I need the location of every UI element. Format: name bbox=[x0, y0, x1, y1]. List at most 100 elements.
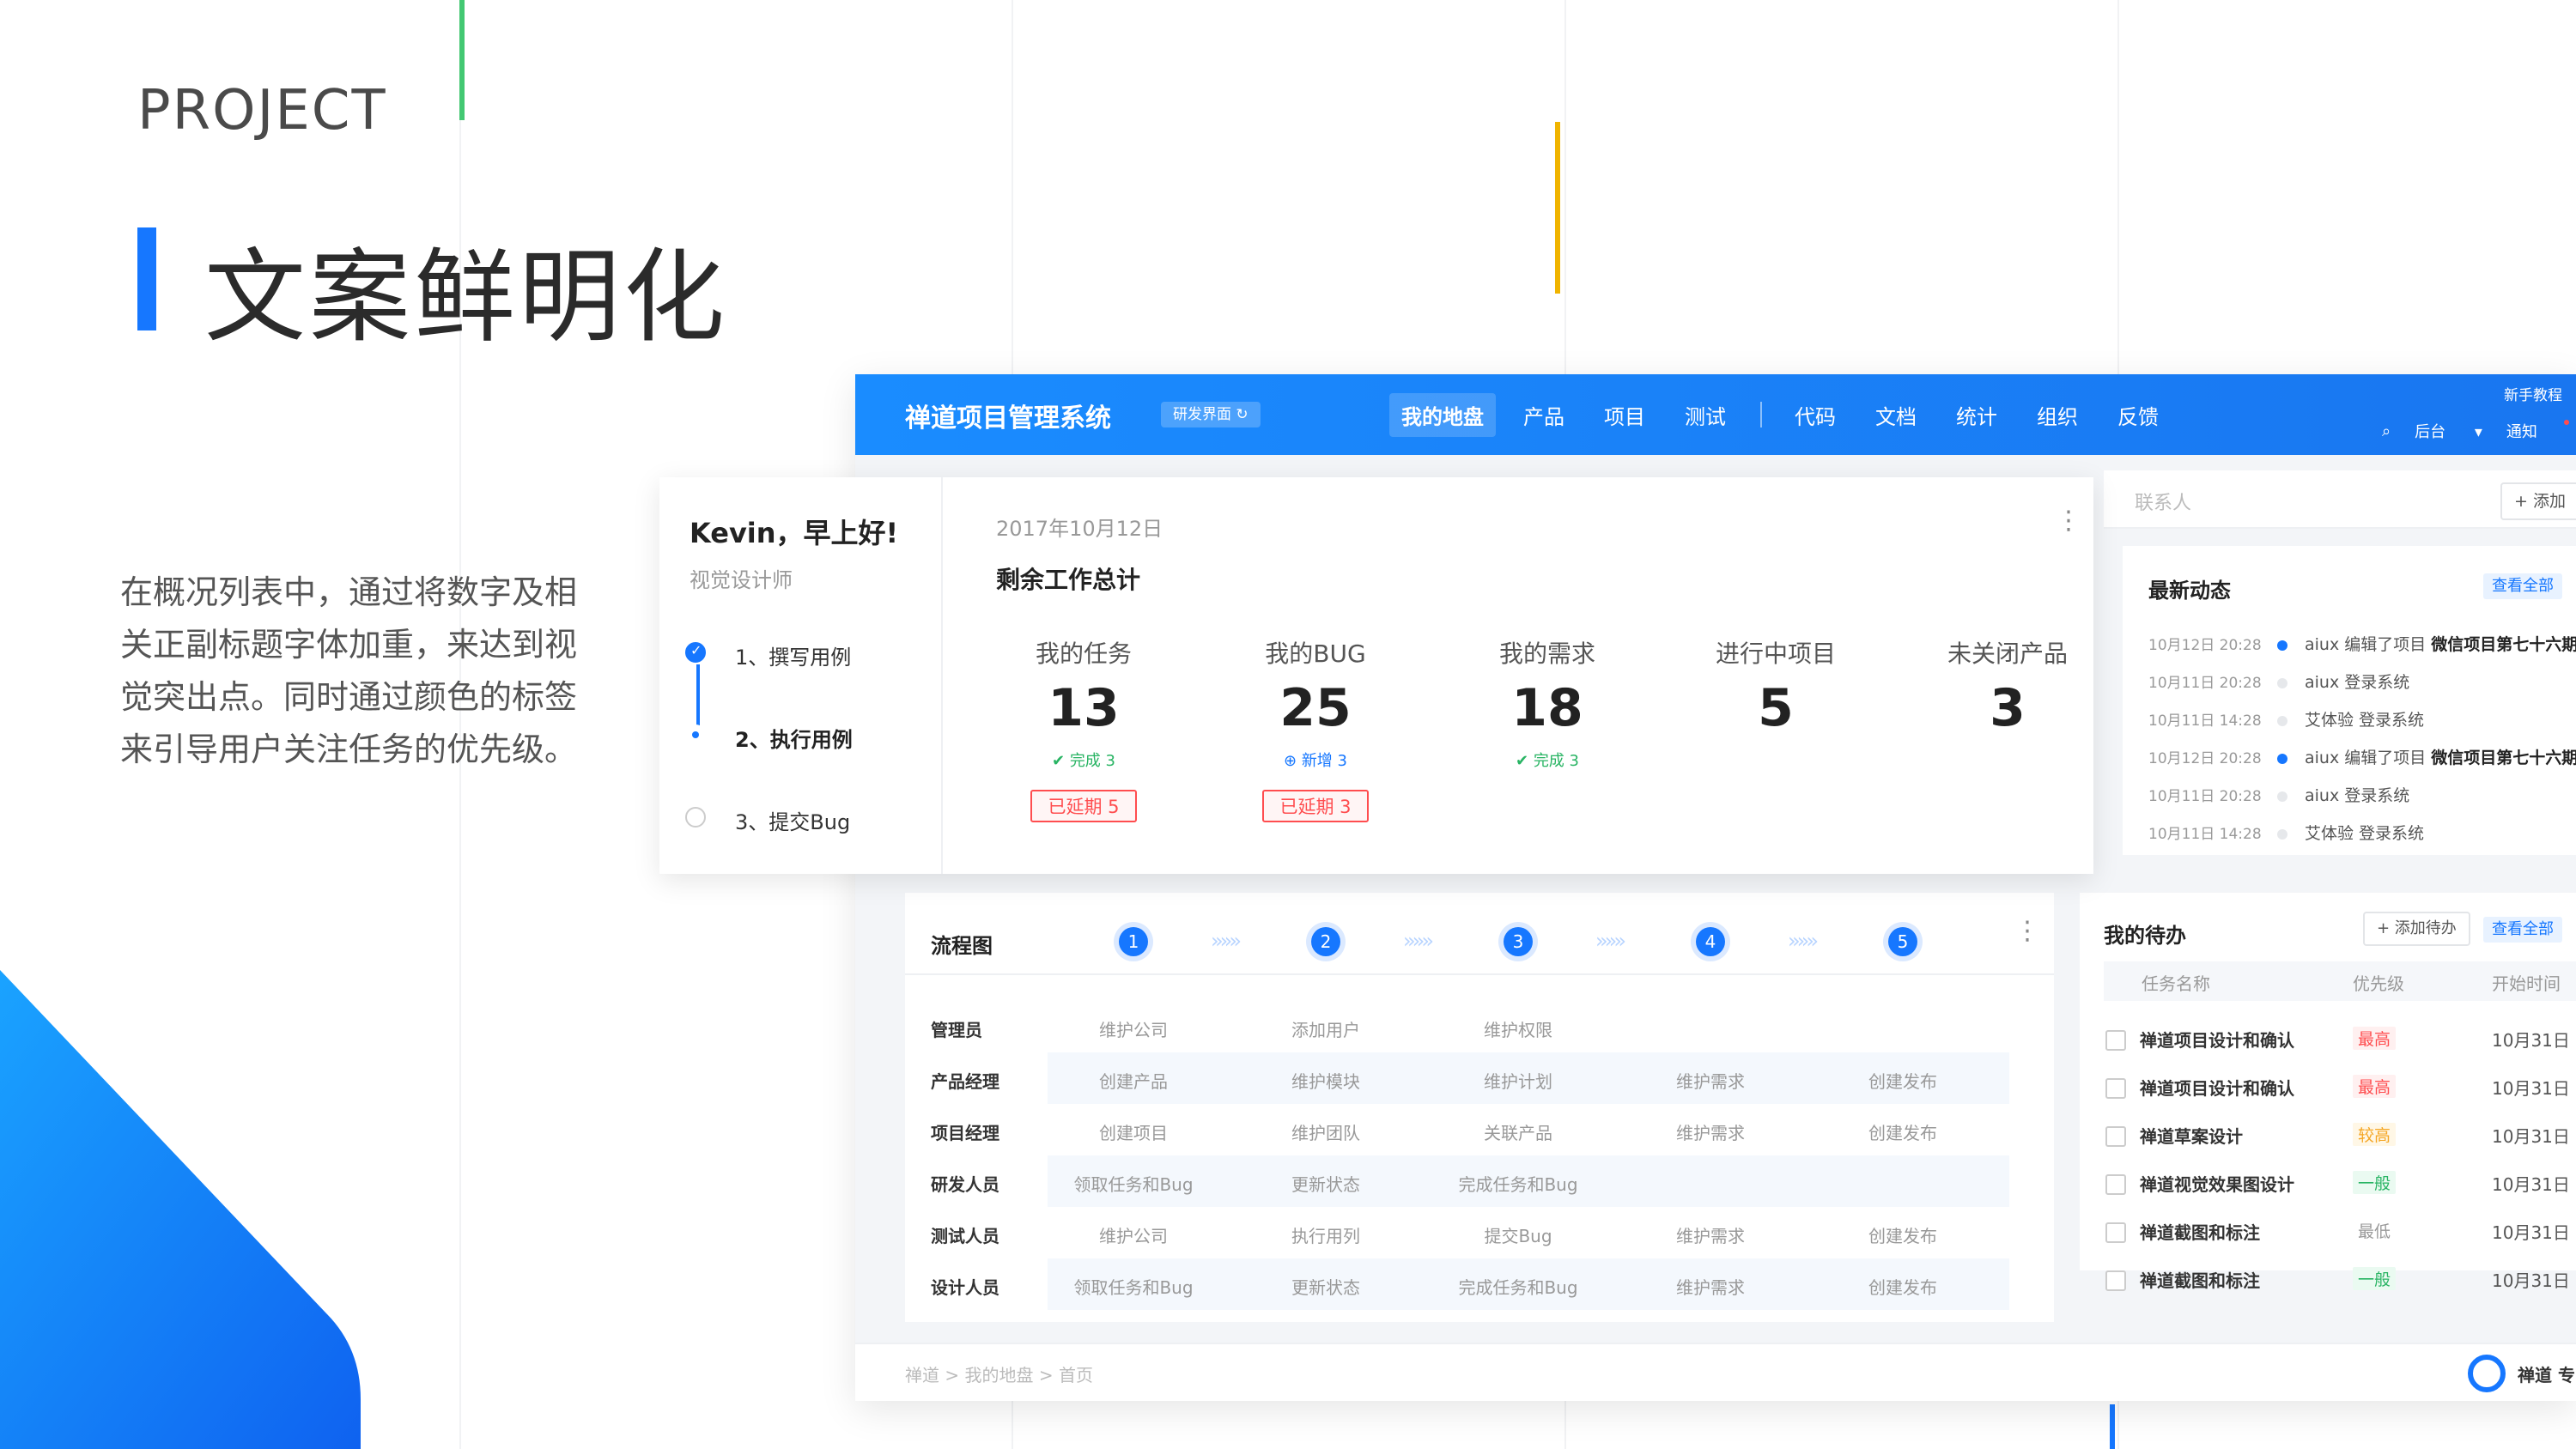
priority-badge: 最高 bbox=[2353, 1027, 2397, 1050]
flow-cell[interactable]: 创建发布 bbox=[1807, 1222, 1999, 1247]
flow-cell[interactable]: 创建发布 bbox=[1807, 1274, 1999, 1299]
activity-time: 10月12日 20:28 bbox=[2148, 637, 2262, 654]
flow-step-circle[interactable]: 5 bbox=[1888, 927, 1917, 956]
flow-cell[interactable]: 维护权限 bbox=[1422, 1016, 1614, 1041]
flow-cell[interactable]: 维护公司 bbox=[1037, 1222, 1230, 1247]
todo-row[interactable]: 禅道项目设计和确认 最高 10月31日 13: bbox=[2104, 1016, 2576, 1063]
app-brand[interactable]: 禅道项目管理系统 bbox=[905, 397, 1111, 434]
stat-item[interactable]: 我的需求 18 ✔ 完成 3 bbox=[1453, 635, 1642, 771]
flow-cell[interactable]: 维护模块 bbox=[1230, 1068, 1422, 1093]
stat-value: 25 bbox=[1279, 678, 1352, 738]
blue-accent-line bbox=[2110, 1404, 2115, 1449]
flow-title: 流程图 bbox=[931, 934, 993, 958]
flow-step-circle[interactable]: 1 bbox=[1119, 927, 1148, 956]
flow-cell[interactable]: 执行用列 bbox=[1230, 1222, 1422, 1247]
footer-bar: 禅道 > 我的地盘 > 首页 禅道 专 bbox=[855, 1343, 2576, 1401]
delay-tag[interactable]: 已延期 3 bbox=[1262, 790, 1369, 822]
todo-table-header: 任务名称 优先级 开始时间 bbox=[2104, 961, 2576, 1001]
todo-start-time: 10月31日 15: bbox=[2492, 1174, 2576, 1195]
newbie-tutorial-link[interactable]: 新手教程 bbox=[2504, 383, 2562, 404]
top-tools: ⌕ 后台 ▾ 通知 K bbox=[2382, 417, 2576, 445]
env-switch-badge[interactable]: 研发界面 ↻ bbox=[1161, 402, 1261, 427]
flow-cell[interactable]: 领取任务和Bug bbox=[1037, 1171, 1230, 1196]
nav-my-space[interactable]: 我的地盘 bbox=[1389, 392, 1496, 437]
activity-item[interactable]: 10月12日 20:28 aiux 编辑了项目 微信项目第七十六期 bbox=[2148, 745, 2576, 771]
activity-item[interactable]: 10月11日 14:28 艾体验 登录系统 bbox=[2148, 707, 2424, 733]
stat-item[interactable]: 未关闭产品 3 bbox=[1913, 635, 2102, 738]
todo-checkbox[interactable] bbox=[2105, 1174, 2126, 1195]
flow-cell[interactable]: 更新状态 bbox=[1230, 1171, 1422, 1196]
notice-link[interactable]: 通知 bbox=[2506, 420, 2569, 442]
user-role: 视觉设计师 bbox=[690, 568, 793, 592]
step-item[interactable]: 1、撰写用例 bbox=[685, 640, 853, 723]
stat-label: 我的任务 bbox=[1035, 640, 1132, 668]
flow-step-circle[interactable]: 4 bbox=[1696, 927, 1725, 956]
todo-view-all-button[interactable]: 查看全部 bbox=[2483, 917, 2562, 943]
todo-checkbox[interactable] bbox=[2105, 1222, 2126, 1243]
todo-row[interactable]: 禅道截图和标注 一般 10月31日 16: bbox=[2104, 1257, 2576, 1303]
search-icon[interactable]: ⌕ bbox=[2382, 422, 2391, 440]
flow-cell[interactable]: 添加用户 bbox=[1230, 1016, 1422, 1041]
stat-item[interactable]: 我的任务 13 ✔ 完成 3 已延期 5 bbox=[989, 635, 1178, 822]
activity-item[interactable]: 10月12日 20:28 aiux 编辑了项目 微信项目第七十六期 bbox=[2148, 632, 2576, 658]
flow-cell[interactable]: 创建发布 bbox=[1807, 1068, 1999, 1093]
greeting: Kevin，早上好! bbox=[690, 517, 899, 549]
todo-checkbox[interactable] bbox=[2105, 1078, 2126, 1099]
flow-cell[interactable]: 维护需求 bbox=[1614, 1274, 1807, 1299]
more-icon[interactable]: ⋮ bbox=[2056, 508, 2081, 534]
activity-view-all-button[interactable]: 查看全部 bbox=[2483, 573, 2562, 599]
flow-cell[interactable]: 维护计划 bbox=[1422, 1068, 1614, 1093]
nav-org[interactable]: 组织 bbox=[2025, 393, 2090, 437]
nav-stats[interactable]: 统计 bbox=[1944, 393, 2009, 437]
flow-cell[interactable]: 更新状态 bbox=[1230, 1274, 1422, 1299]
step-label: 3、提交Bug bbox=[735, 810, 851, 834]
nav-project[interactable]: 项目 bbox=[1592, 393, 1657, 437]
nav-docs[interactable]: 文档 bbox=[1863, 393, 1929, 437]
add-contact-button[interactable]: + 添加 bbox=[2500, 482, 2576, 520]
activity-user: aiux bbox=[2305, 635, 2345, 654]
activity-item[interactable]: 10月11日 20:28 aiux 登录系统 bbox=[2148, 783, 2409, 809]
flow-cell[interactable]: 完成任务和Bug bbox=[1422, 1171, 1614, 1196]
activity-item[interactable]: 10月11日 14:28 艾体验 登录系统 bbox=[2148, 821, 2424, 846]
todo-row[interactable]: 禅道项目设计和确认 最高 10月31日 13: bbox=[2104, 1064, 2576, 1111]
todo-row[interactable]: 禅道截图和标注 最低 10月31日 16: bbox=[2104, 1209, 2576, 1255]
flow-step-circle[interactable]: 3 bbox=[1504, 927, 1533, 956]
flow-cell[interactable]: 创建产品 bbox=[1037, 1068, 1230, 1093]
stat-item[interactable]: 进行中项目 5 bbox=[1681, 635, 1870, 738]
todo-checkbox[interactable] bbox=[2105, 1270, 2126, 1291]
todo-checkbox[interactable] bbox=[2105, 1126, 2126, 1147]
backend-menu[interactable]: 后台 ▾ bbox=[2415, 420, 2482, 442]
delay-tag[interactable]: 已延期 5 bbox=[1030, 790, 1137, 822]
flow-cell[interactable]: 维护公司 bbox=[1037, 1016, 1230, 1041]
more-icon[interactable]: ⋮ bbox=[2014, 919, 2040, 944]
flow-cell[interactable]: 维护团队 bbox=[1230, 1119, 1422, 1144]
todo-row[interactable]: 禅道视觉效果图设计 一般 10月31日 15: bbox=[2104, 1161, 2576, 1207]
nav-divider bbox=[1760, 402, 1762, 427]
add-todo-button[interactable]: + 添加待办 bbox=[2363, 912, 2470, 946]
stat-item[interactable]: 我的BUG 25 ⊕ 新增 3 已延期 3 bbox=[1221, 635, 1410, 822]
flow-cell[interactable]: 关联产品 bbox=[1422, 1119, 1614, 1144]
flow-cell[interactable]: 维护需求 bbox=[1614, 1119, 1807, 1144]
stat-sub: ✔ 完成 3 bbox=[1453, 749, 1642, 771]
flow-step-circle[interactable]: 2 bbox=[1311, 927, 1340, 956]
nav-code[interactable]: 代码 bbox=[1783, 393, 1848, 437]
flow-cell[interactable]: 提交Bug bbox=[1422, 1222, 1614, 1247]
step-item[interactable]: 3、提交Bug bbox=[685, 805, 853, 888]
flow-cell[interactable]: 创建发布 bbox=[1807, 1119, 1999, 1144]
todo-col-priority: 优先级 bbox=[2353, 973, 2404, 994]
flow-cell[interactable]: 创建项目 bbox=[1037, 1119, 1230, 1144]
breadcrumb[interactable]: 禅道 > 我的地盘 > 首页 bbox=[905, 1361, 1093, 1386]
stat-sub-text: 新增 3 bbox=[1301, 752, 1347, 770]
activity-item[interactable]: 10月11日 20:28 aiux 登录系统 bbox=[2148, 670, 2409, 695]
flow-cell[interactable]: 维护需求 bbox=[1614, 1222, 1807, 1247]
nav-feedback[interactable]: 反馈 bbox=[2105, 393, 2171, 437]
todo-checkbox[interactable] bbox=[2105, 1030, 2126, 1051]
flow-cell[interactable]: 维护需求 bbox=[1614, 1068, 1807, 1093]
flow-cell[interactable]: 完成任务和Bug bbox=[1422, 1274, 1614, 1299]
nav-test[interactable]: 测试 bbox=[1673, 393, 1738, 437]
step-item[interactable]: 2、执行用例 bbox=[685, 723, 853, 805]
activity-action: 登录系统 bbox=[2344, 673, 2410, 692]
todo-row[interactable]: 禅道草案设计 较高 10月31日 13: bbox=[2104, 1113, 2576, 1159]
flow-cell[interactable]: 领取任务和Bug bbox=[1037, 1274, 1230, 1299]
nav-product[interactable]: 产品 bbox=[1511, 393, 1577, 437]
